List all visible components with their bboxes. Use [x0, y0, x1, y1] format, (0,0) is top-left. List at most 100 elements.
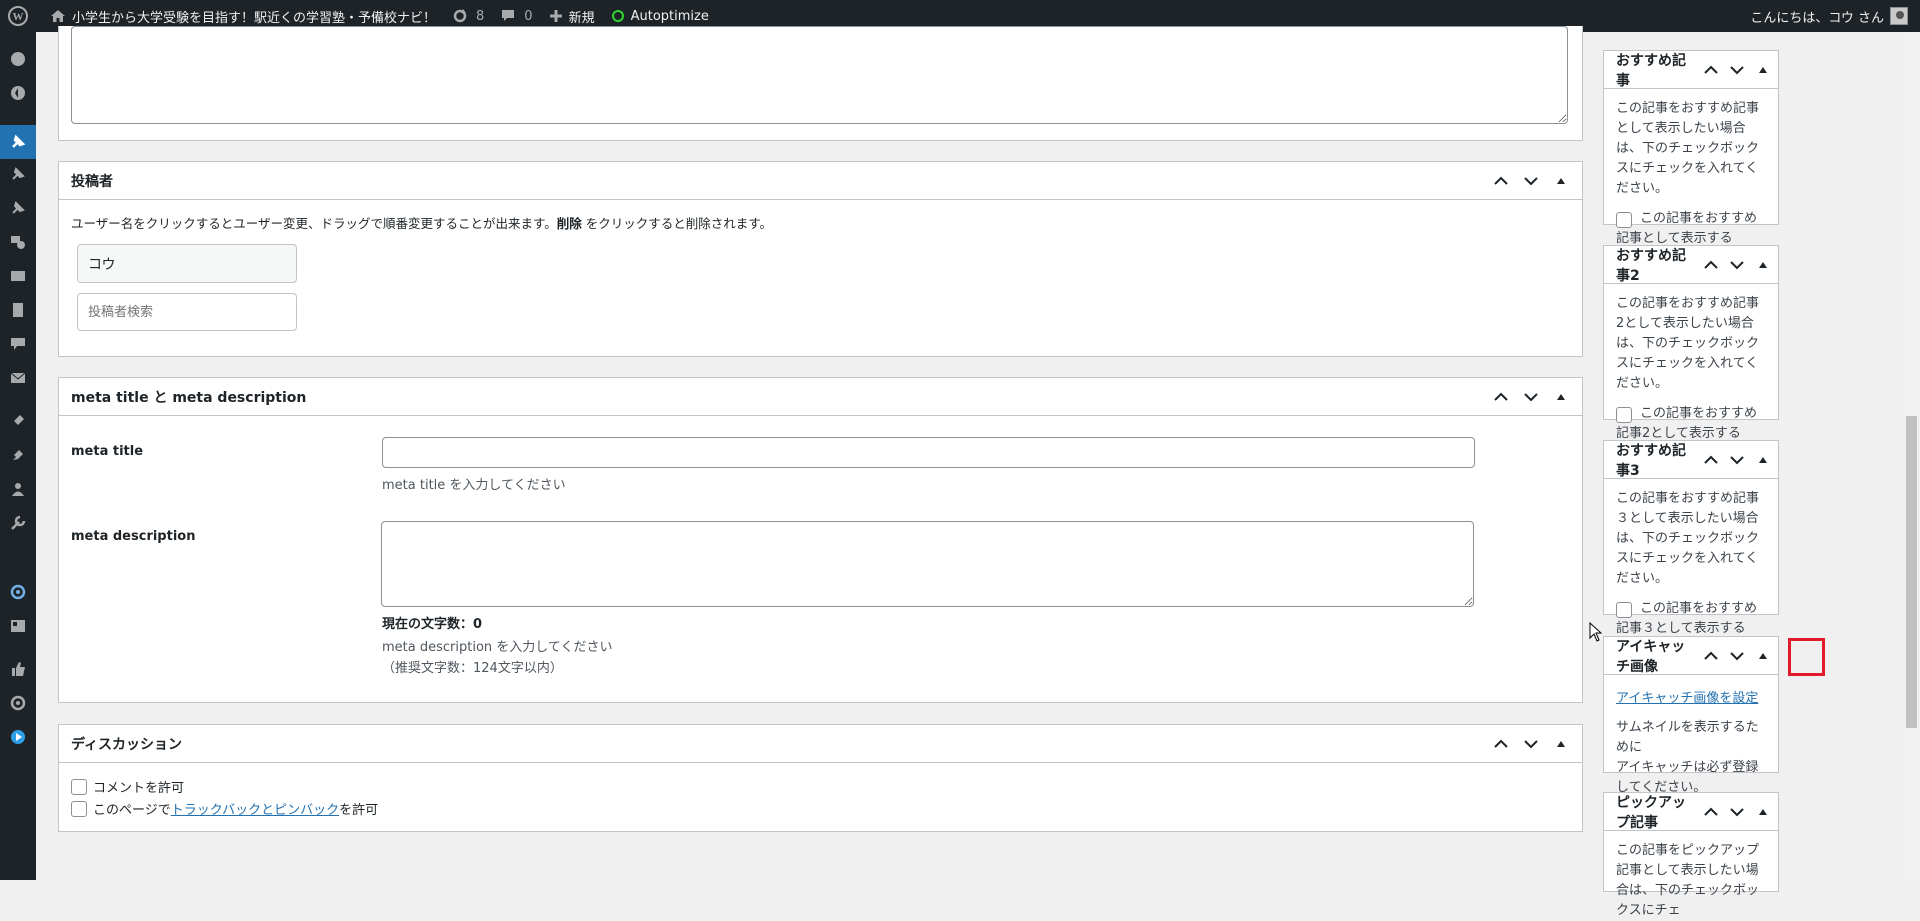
move-up-button[interactable]: [1698, 797, 1724, 827]
pin-icon[interactable]: [0, 159, 36, 189]
dashboard-icon[interactable]: [0, 44, 36, 74]
toggle-panel-button[interactable]: [1750, 641, 1776, 671]
author-box-header[interactable]: 投稿者: [59, 162, 1582, 200]
mouse-cursor-icon: [1589, 622, 1603, 642]
avatar: [1890, 7, 1908, 25]
move-up-button[interactable]: [1486, 166, 1516, 196]
move-down-button[interactable]: [1516, 382, 1546, 412]
media-icon[interactable]: [0, 227, 36, 257]
pickup-box: ピックアップ記事 この記事をピックアップ記事として表示したい場合は、下のチェック…: [1603, 792, 1779, 918]
move-down-button[interactable]: [1516, 166, 1546, 196]
meta-description-textarea[interactable]: [381, 521, 1474, 607]
posts-menu-icon[interactable]: [0, 125, 36, 159]
meta-title-help: meta title を入力してください: [382, 478, 566, 493]
plugins-icon[interactable]: [0, 440, 36, 470]
thumbs-up-icon[interactable]: [0, 654, 36, 684]
recommended-1-checkbox[interactable]: [1616, 212, 1632, 228]
comment-icon: [502, 10, 515, 21]
featured-image-note: サムネイルを表示するために アイキャッチは必ず登録してください。: [1616, 720, 1759, 795]
toggle-panel-button[interactable]: [1750, 55, 1776, 85]
featured-image-box-header[interactable]: アイキャッチ画像: [1604, 637, 1778, 675]
author-help-text: ユーザー名をクリックするとユーザー変更、ドラッグで順番変更することが出来ます。削…: [71, 216, 773, 231]
author-chip[interactable]: コウ: [77, 244, 297, 283]
pin-icon[interactable]: [0, 193, 36, 223]
move-down-button[interactable]: [1724, 55, 1750, 85]
recommended-2-text: この記事をおすすめ記事2として表示したい場合は、下のチェックボックスにチェックを…: [1616, 296, 1760, 391]
recommended-3-checkbox[interactable]: [1616, 602, 1632, 618]
recommended-2-checkbox-row: この記事をおすすめ記事2として表示する: [1616, 406, 1758, 441]
image-icon[interactable]: [0, 261, 36, 291]
meta-box-title: meta title と meta description: [71, 389, 307, 406]
jetpack-icon[interactable]: [0, 78, 36, 108]
meta-box-header[interactable]: meta title と meta description: [59, 378, 1582, 416]
move-up-button[interactable]: [1486, 382, 1516, 412]
move-up-button[interactable]: [1698, 445, 1724, 475]
toggle-panel-button[interactable]: [1750, 250, 1776, 280]
toggle-panel-button[interactable]: [1546, 166, 1576, 196]
recommended-box-1: おすすめ記事 この記事をおすすめ記事として表示したい場合は、下のチェックボックス…: [1603, 50, 1779, 246]
toggle-panel-button[interactable]: [1546, 729, 1576, 759]
featured-image-box: アイキャッチ画像 アイキャッチ画像を設定 サムネイルを表示するために アイキャッ…: [1603, 636, 1779, 795]
toggle-panel-button[interactable]: [1750, 797, 1776, 827]
author-box: 投稿者 ユーザー名をクリックするとユーザー変更、ドラッグで順番変更することが出来…: [58, 161, 1583, 357]
greeting: こんにちは、コウ さん: [1750, 10, 1884, 26]
meta-description-label: meta description: [71, 529, 196, 544]
users-icon[interactable]: [0, 474, 36, 504]
sync-icon[interactable]: [0, 688, 36, 718]
discussion-box-header[interactable]: ディスカッション: [59, 725, 1582, 763]
move-down-button[interactable]: [1724, 641, 1750, 671]
recommended-box-1-header[interactable]: おすすめ記事: [1604, 51, 1778, 89]
move-down-button[interactable]: [1724, 797, 1750, 827]
wordpress-logo-icon[interactable]: W: [0, 0, 42, 32]
play-icon[interactable]: [0, 722, 36, 752]
trackback-link[interactable]: トラックバックとピンバック: [171, 799, 339, 818]
move-down-button[interactable]: [1516, 729, 1546, 759]
meta-description-help: meta description を入力してください: [382, 640, 613, 655]
recommended-box-2: おすすめ記事2 この記事をおすすめ記事2として表示したい場合は、下のチェックボッ…: [1603, 245, 1779, 441]
meta-title-input[interactable]: [382, 437, 1475, 468]
move-up-button[interactable]: [1698, 55, 1724, 85]
page-scrollbar[interactable]: [1903, 32, 1920, 880]
author-box-title: 投稿者: [71, 173, 113, 190]
move-up-button[interactable]: [1486, 729, 1516, 759]
allow-trackbacks-row: このページで トラックバックとピンバック を許可: [71, 799, 378, 818]
mail-icon[interactable]: [0, 363, 36, 393]
author-search-input[interactable]: [77, 293, 297, 331]
meta-title-label: meta title: [71, 444, 144, 459]
refresh-icon: [453, 9, 467, 23]
new-label: 新規: [568, 10, 595, 26]
excerpt-textarea[interactable]: [71, 26, 1568, 124]
move-up-button[interactable]: [1698, 250, 1724, 280]
svg-text:W: W: [13, 11, 24, 23]
comments-icon[interactable]: [0, 329, 36, 359]
allow-comments-row: コメントを許可: [71, 777, 184, 796]
tools-icon[interactable]: [0, 508, 36, 538]
allow-comments-checkbox[interactable]: [71, 778, 87, 795]
pickup-text: この記事をピックアップ記事として表示したい場合は、下のチェックボックスにチェ: [1616, 843, 1760, 918]
toggle-panel-button[interactable]: [1546, 382, 1576, 412]
discussion-box: ディスカッション コメントを許可 このページで トラックバックとピンバック を許可: [58, 724, 1583, 832]
allow-trackbacks-checkbox[interactable]: [71, 800, 87, 817]
home-icon: [51, 10, 65, 22]
move-down-button[interactable]: [1724, 445, 1750, 475]
appearance-icon[interactable]: [0, 406, 36, 436]
set-featured-image-link[interactable]: アイキャッチ画像を設定: [1616, 691, 1758, 706]
recommended-2-checkbox[interactable]: [1616, 407, 1632, 423]
pages-icon[interactable]: [0, 295, 36, 325]
toggle-panel-button[interactable]: [1750, 445, 1776, 475]
move-up-button[interactable]: [1698, 641, 1724, 671]
recommended-box-3-header[interactable]: おすすめ記事3: [1604, 441, 1778, 479]
layout-icon[interactable]: [0, 611, 36, 641]
discussion-box-title: ディスカッション: [71, 736, 183, 753]
move-down-button[interactable]: [1724, 250, 1750, 280]
scrollbar-thumb[interactable]: [1906, 416, 1917, 728]
pickup-box-header[interactable]: ピックアップ記事: [1604, 793, 1778, 831]
recommended-box-2-header[interactable]: おすすめ記事2: [1604, 246, 1778, 284]
recommended-3-text: この記事をおすすめ記事３として表示したい場合は、下のチェックボックスにチェックを…: [1616, 491, 1760, 586]
status-circle-icon: [611, 10, 624, 22]
highlight-box: [1788, 638, 1825, 676]
char-count: 現在の文字数：0: [382, 617, 483, 632]
my-account[interactable]: こんにちは、コウ さん: [1750, 7, 1920, 26]
settings-icon[interactable]: [0, 577, 36, 607]
updates-count: 8: [476, 8, 485, 24]
